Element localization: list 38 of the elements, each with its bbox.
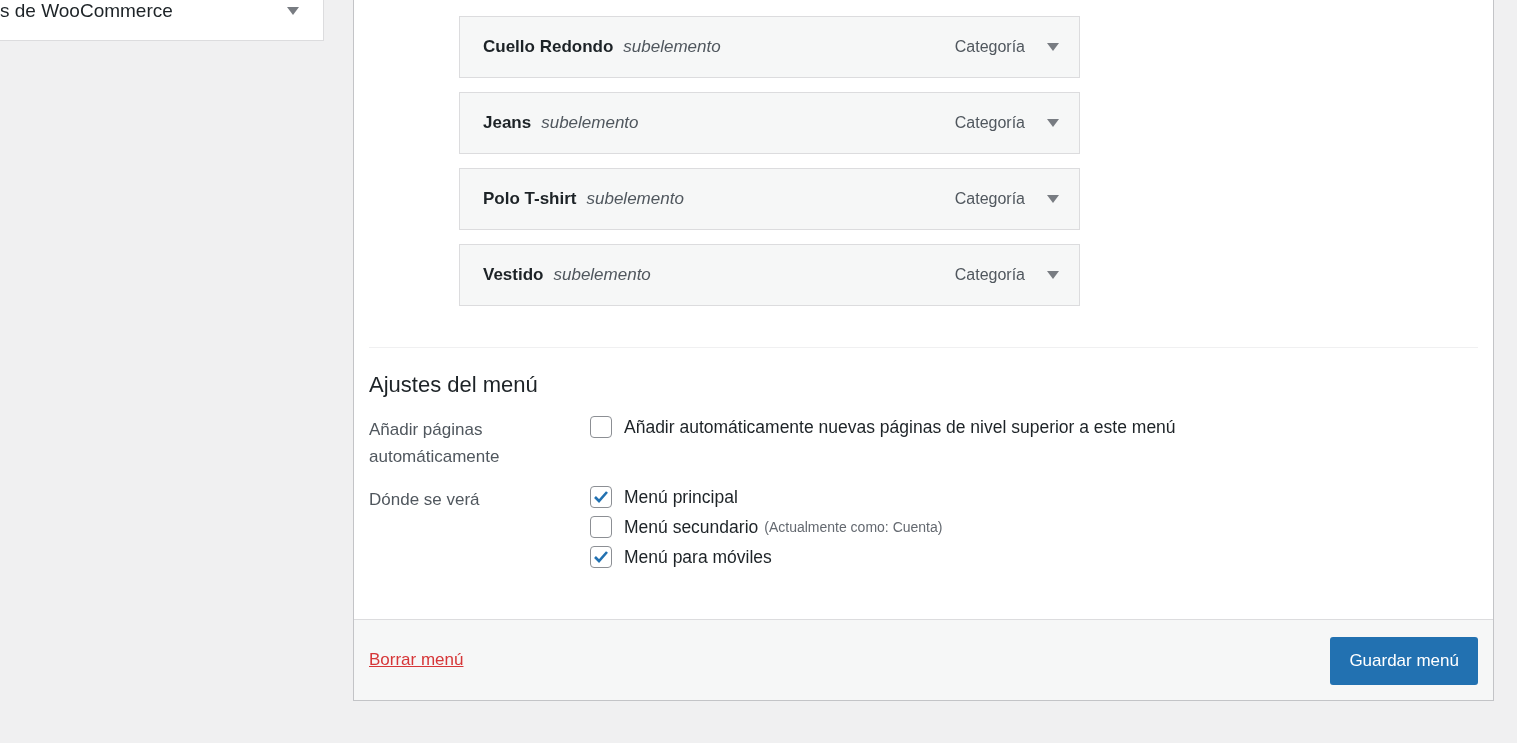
caret-icon[interactable] (1047, 271, 1059, 279)
item-title: Cuello Redondo (483, 37, 614, 57)
checkbox[interactable] (590, 546, 612, 568)
item-note: subelemento (623, 37, 721, 57)
item-note: subelemento (541, 113, 639, 133)
accordion-panel[interactable]: s de WooCommerce (0, 0, 324, 41)
panel-title: s de WooCommerce (0, 0, 174, 22)
caret-icon[interactable] (1047, 43, 1059, 51)
item-type: Categoría (954, 38, 1025, 56)
menu-item[interactable]: Vestido subelemento Categoría (459, 244, 1080, 306)
save-button[interactable]: Guardar menú (1330, 636, 1478, 685)
checkbox[interactable] (590, 486, 612, 508)
menu-item[interactable]: Jeans subelemento Categoría (459, 92, 1080, 154)
checkbox-label: Añadir automáticamente nuevas páginas de nivel superior a este menú (624, 416, 1176, 438)
checkbox[interactable] (590, 416, 612, 438)
checkmark-icon (593, 550, 609, 564)
section-heading: Ajustes del menú (369, 372, 539, 398)
caret-icon[interactable] (1047, 195, 1059, 203)
setting-label: Añadir páginas automáticamente (369, 419, 501, 468)
checkbox[interactable] (590, 516, 612, 538)
checkmark-icon (593, 490, 609, 504)
item-type: Categoría (954, 266, 1025, 284)
item-title: Jeans (483, 113, 532, 133)
item-title: Polo T-shirt (483, 189, 577, 209)
item-type: Categoría (954, 190, 1025, 208)
option-note: (Actualmente como: Cuenta) (764, 519, 943, 535)
setting-label: Dónde se verá (369, 489, 481, 511)
menu-item[interactable]: Polo T-shirt subelemento Categoría (459, 168, 1080, 230)
item-note: subelemento (553, 265, 651, 285)
item-type: Categoría (954, 114, 1025, 132)
checkbox-label: Menú para móviles (624, 546, 772, 568)
checkbox-label: Menú principal (624, 486, 738, 508)
item-note: subelemento (586, 189, 684, 209)
delete-link[interactable]: Borrar menú (369, 650, 464, 670)
checkbox-label: Menú secundario (624, 516, 759, 538)
item-title: Vestido (483, 265, 544, 285)
caret-icon[interactable] (1047, 119, 1059, 127)
menu-item[interactable]: Cuello Redondo subelemento Categoría (459, 16, 1080, 78)
